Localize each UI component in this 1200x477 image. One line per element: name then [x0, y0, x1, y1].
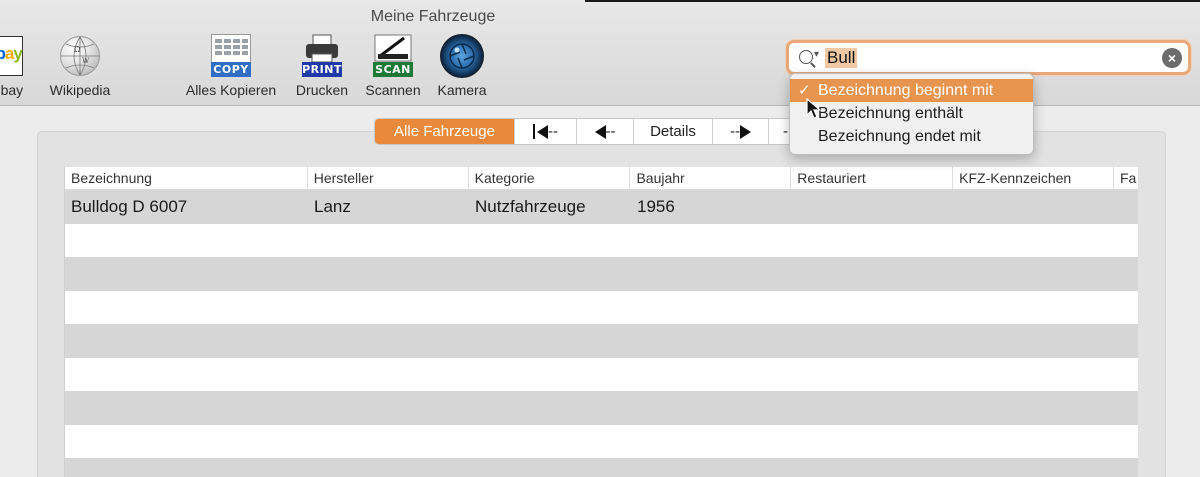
- toolbar-label: Wikipedia: [49, 82, 111, 98]
- column-header-fa[interactable]: Fa: [1114, 167, 1138, 189]
- cell-baujahr: 1956: [637, 197, 675, 216]
- column-header-restauriert[interactable]: Restauriert: [791, 167, 954, 189]
- menu-item-contains[interactable]: Bezeichnung enthält: [790, 102, 1033, 125]
- menu-item-label: Bezeichnung beginnt mit: [818, 82, 994, 99]
- toolbar-item-camera[interactable]: Kamera: [433, 34, 491, 98]
- toolbar-item-print[interactable]: PRINT Drucken: [292, 34, 352, 98]
- menu-item-ends-with[interactable]: Bezeichnung endet mit: [790, 125, 1033, 148]
- scan-badge: SCAN: [373, 62, 413, 77]
- cell-restauriert: [792, 190, 954, 224]
- svg-text:Ω: Ω: [74, 45, 81, 54]
- scanner-icon: SCAN: [370, 34, 416, 80]
- details-button[interactable]: Details: [634, 119, 713, 144]
- search-input[interactable]: Bull: [825, 48, 858, 68]
- mouse-cursor-icon: [806, 98, 822, 119]
- table-row[interactable]: Bulldog D 6007 Lanz Nutzfahrzeuge 1956: [65, 190, 1138, 224]
- menu-item-begins-with[interactable]: ✓ Bezeichnung beginnt mit: [790, 79, 1033, 102]
- column-header-hersteller[interactable]: Hersteller: [308, 167, 469, 189]
- print-badge: PRINT: [302, 62, 342, 77]
- toolbar-label: ebay: [0, 82, 24, 98]
- next-record-label: --: [730, 123, 740, 140]
- toolbar-item-copy-all[interactable]: COPY Alles Kopieren: [181, 34, 281, 98]
- vehicles-table: Bezeichnung Hersteller Kategorie Baujahr…: [64, 167, 1138, 477]
- window-title: Meine Fahrzeuge: [370, 8, 496, 25]
- column-header-kategorie[interactable]: Kategorie: [469, 167, 631, 189]
- wikipedia-globe-icon: Ω W: [57, 34, 103, 80]
- printer-icon: PRINT: [299, 34, 345, 80]
- table-row-empty: [65, 257, 1138, 291]
- tab-all-vehicles[interactable]: Alle Fahrzeuge: [375, 119, 515, 144]
- last-record-label: -: [783, 123, 788, 140]
- table-row-empty: [65, 425, 1138, 459]
- toolbar-item-wikipedia[interactable]: Ω W Wikipedia: [47, 34, 113, 98]
- ebay-icon: ebay: [0, 34, 35, 80]
- first-record-arrow-icon: [537, 124, 548, 139]
- toolbar-item-scan[interactable]: SCAN Scannen: [362, 34, 424, 98]
- column-header-kfz-kennzeichen[interactable]: KFZ-Kennzeichen: [953, 167, 1114, 189]
- cell-bezeichnung: Bulldog D 6007: [71, 197, 188, 216]
- toolbar-label: Kamera: [437, 82, 487, 98]
- first-record-icon: [533, 124, 535, 139]
- table-row-empty: [65, 291, 1138, 325]
- table-row-empty: [65, 458, 1138, 477]
- menu-item-label: Bezeichnung enthält: [818, 105, 963, 122]
- search-options-menu: ✓ Bezeichnung beginnt mit Bezeichnung en…: [789, 73, 1034, 155]
- first-record-button[interactable]: --: [515, 119, 577, 144]
- svg-text:W: W: [82, 57, 90, 65]
- toolbar-label: Scannen: [365, 82, 421, 98]
- toolbar-item-ebay[interactable]: ebay ebay: [0, 34, 42, 98]
- next-record-icon: [740, 124, 751, 139]
- previous-record-button[interactable]: --: [577, 119, 634, 144]
- menu-item-label: Bezeichnung endet mit: [818, 128, 981, 145]
- column-header-baujahr[interactable]: Baujahr: [630, 167, 792, 189]
- table-row-empty: [65, 324, 1138, 358]
- table-row-empty: [65, 224, 1138, 258]
- search-field[interactable]: ▾ Bull ×: [786, 40, 1191, 75]
- previous-record-icon: [594, 124, 606, 139]
- chevron-down-icon[interactable]: ▾: [814, 49, 819, 60]
- column-header-bezeichnung[interactable]: Bezeichnung: [65, 167, 308, 189]
- search-icon[interactable]: [799, 50, 813, 64]
- window-edge: [585, 0, 1200, 2]
- table-row-empty: [65, 391, 1138, 425]
- first-record-label: --: [548, 123, 558, 140]
- table-row-empty: [65, 358, 1138, 392]
- toolbar-label: Alles Kopieren: [185, 82, 277, 98]
- table-header: Bezeichnung Hersteller Kategorie Baujahr…: [65, 167, 1138, 190]
- camera-icon: [439, 34, 485, 80]
- clear-search-icon[interactable]: ×: [1162, 48, 1182, 68]
- cell-kfz-kennzeichen: [954, 190, 1115, 224]
- toolbar-label: Drucken: [295, 82, 349, 98]
- record-navigation: Alle Fahrzeuge -- -- Details -- -: [374, 118, 800, 145]
- cell-kategorie: Nutzfahrzeuge: [475, 197, 586, 216]
- copy-badge: COPY: [211, 62, 251, 77]
- cell-hersteller: Lanz: [314, 197, 351, 216]
- copy-icon: COPY: [208, 34, 254, 80]
- previous-record-label: --: [605, 123, 616, 140]
- next-record-button[interactable]: --: [713, 119, 769, 144]
